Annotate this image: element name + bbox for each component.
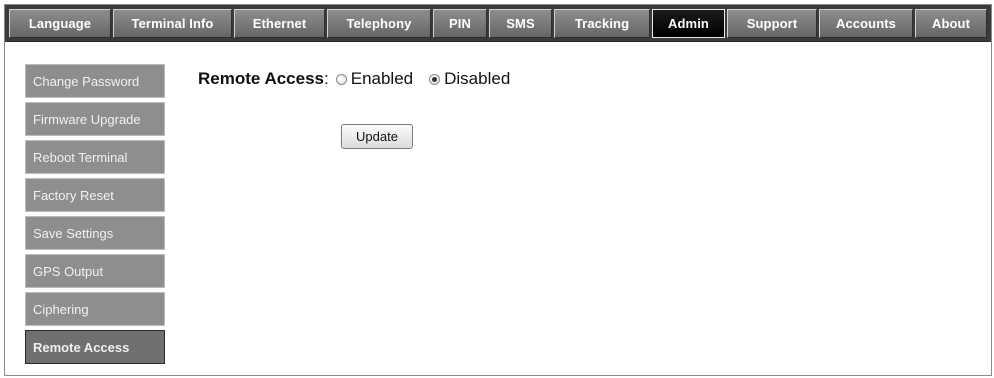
disabled-radio[interactable]: [429, 73, 441, 85]
sidebar-item-ciphering[interactable]: Ciphering: [25, 292, 165, 326]
enabled-radio[interactable]: [335, 73, 347, 85]
sidebar-item-factory-reset[interactable]: Factory Reset: [25, 178, 165, 212]
tab-support[interactable]: Support: [727, 9, 817, 38]
disabled-label: Disabled: [444, 69, 511, 88]
tab-pin[interactable]: PIN: [433, 9, 487, 38]
app-frame: Language Terminal Info Ethernet Telephon…: [4, 4, 992, 376]
sidebar-item-remote-access[interactable]: Remote Access: [25, 330, 165, 364]
tab-tracking[interactable]: Tracking: [554, 9, 650, 38]
sidebar-item-change-password[interactable]: Change Password: [25, 64, 165, 98]
tab-ethernet[interactable]: Ethernet: [234, 9, 325, 38]
tab-terminal-info[interactable]: Terminal Info: [113, 9, 232, 38]
disabled-option[interactable]: Disabled: [429, 69, 510, 89]
sidebar-item-firmware-upgrade[interactable]: Firmware Upgrade: [25, 102, 165, 136]
enabled-label: Enabled: [350, 69, 414, 88]
tab-telephony[interactable]: Telephony: [327, 9, 431, 38]
tab-sms[interactable]: SMS: [489, 9, 552, 38]
remote-access-label: Remote Access: [198, 69, 324, 88]
update-button[interactable]: Update: [341, 124, 413, 149]
sidebar-item-gps-output[interactable]: GPS Output: [25, 254, 165, 288]
top-nav-tabs: Language Terminal Info Ethernet Telephon…: [5, 5, 991, 42]
tab-admin[interactable]: Admin: [652, 9, 725, 38]
enabled-option[interactable]: Enabled: [335, 69, 414, 89]
tab-language[interactable]: Language: [9, 9, 111, 38]
remote-access-setting: Remote Access : Enabled Disabled: [198, 67, 510, 91]
sidebar-item-reboot-terminal[interactable]: Reboot Terminal: [25, 140, 165, 174]
label-colon: :: [324, 69, 329, 88]
sidebar-item-save-settings[interactable]: Save Settings: [25, 216, 165, 250]
tab-accounts[interactable]: Accounts: [819, 9, 913, 38]
tab-about[interactable]: About: [915, 9, 987, 38]
